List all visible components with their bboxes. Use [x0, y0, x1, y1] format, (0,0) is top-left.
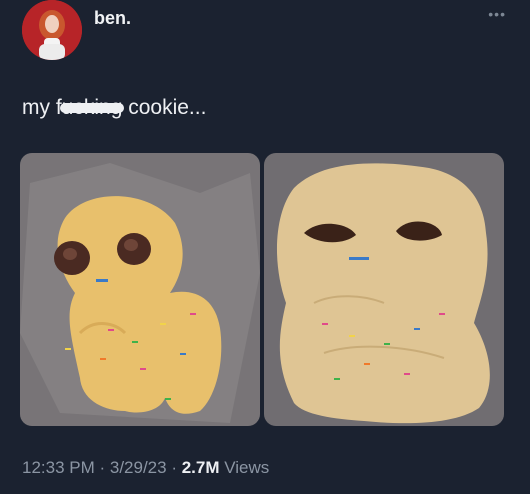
avatar[interactable] — [22, 0, 82, 60]
more-options-icon[interactable]: ••• — [488, 6, 506, 22]
tweet-date[interactable]: 3/29/23 — [110, 458, 167, 477]
views-count: 2.7M — [181, 458, 220, 477]
tweet-meta: 12:33 PM · 3/29/23 · 2.7M Views — [22, 458, 269, 478]
tweet-time[interactable]: 12:33 PM — [22, 458, 95, 477]
meta-separator: · — [94, 458, 110, 477]
views-label: Views — [219, 458, 270, 477]
tweet-text-end: cookie... — [122, 96, 207, 119]
tweet-text: my fucking cookie... — [22, 96, 206, 120]
tweet-text-start: my f — [22, 96, 62, 119]
meta-separator: · — [166, 458, 182, 477]
tweet-image-dough[interactable] — [20, 153, 260, 426]
username[interactable]: ben. — [94, 8, 131, 29]
tweet-header: ben. ••• — [22, 0, 512, 60]
censored-word: ucking — [59, 96, 125, 119]
tweet-image-baked[interactable] — [264, 153, 504, 426]
